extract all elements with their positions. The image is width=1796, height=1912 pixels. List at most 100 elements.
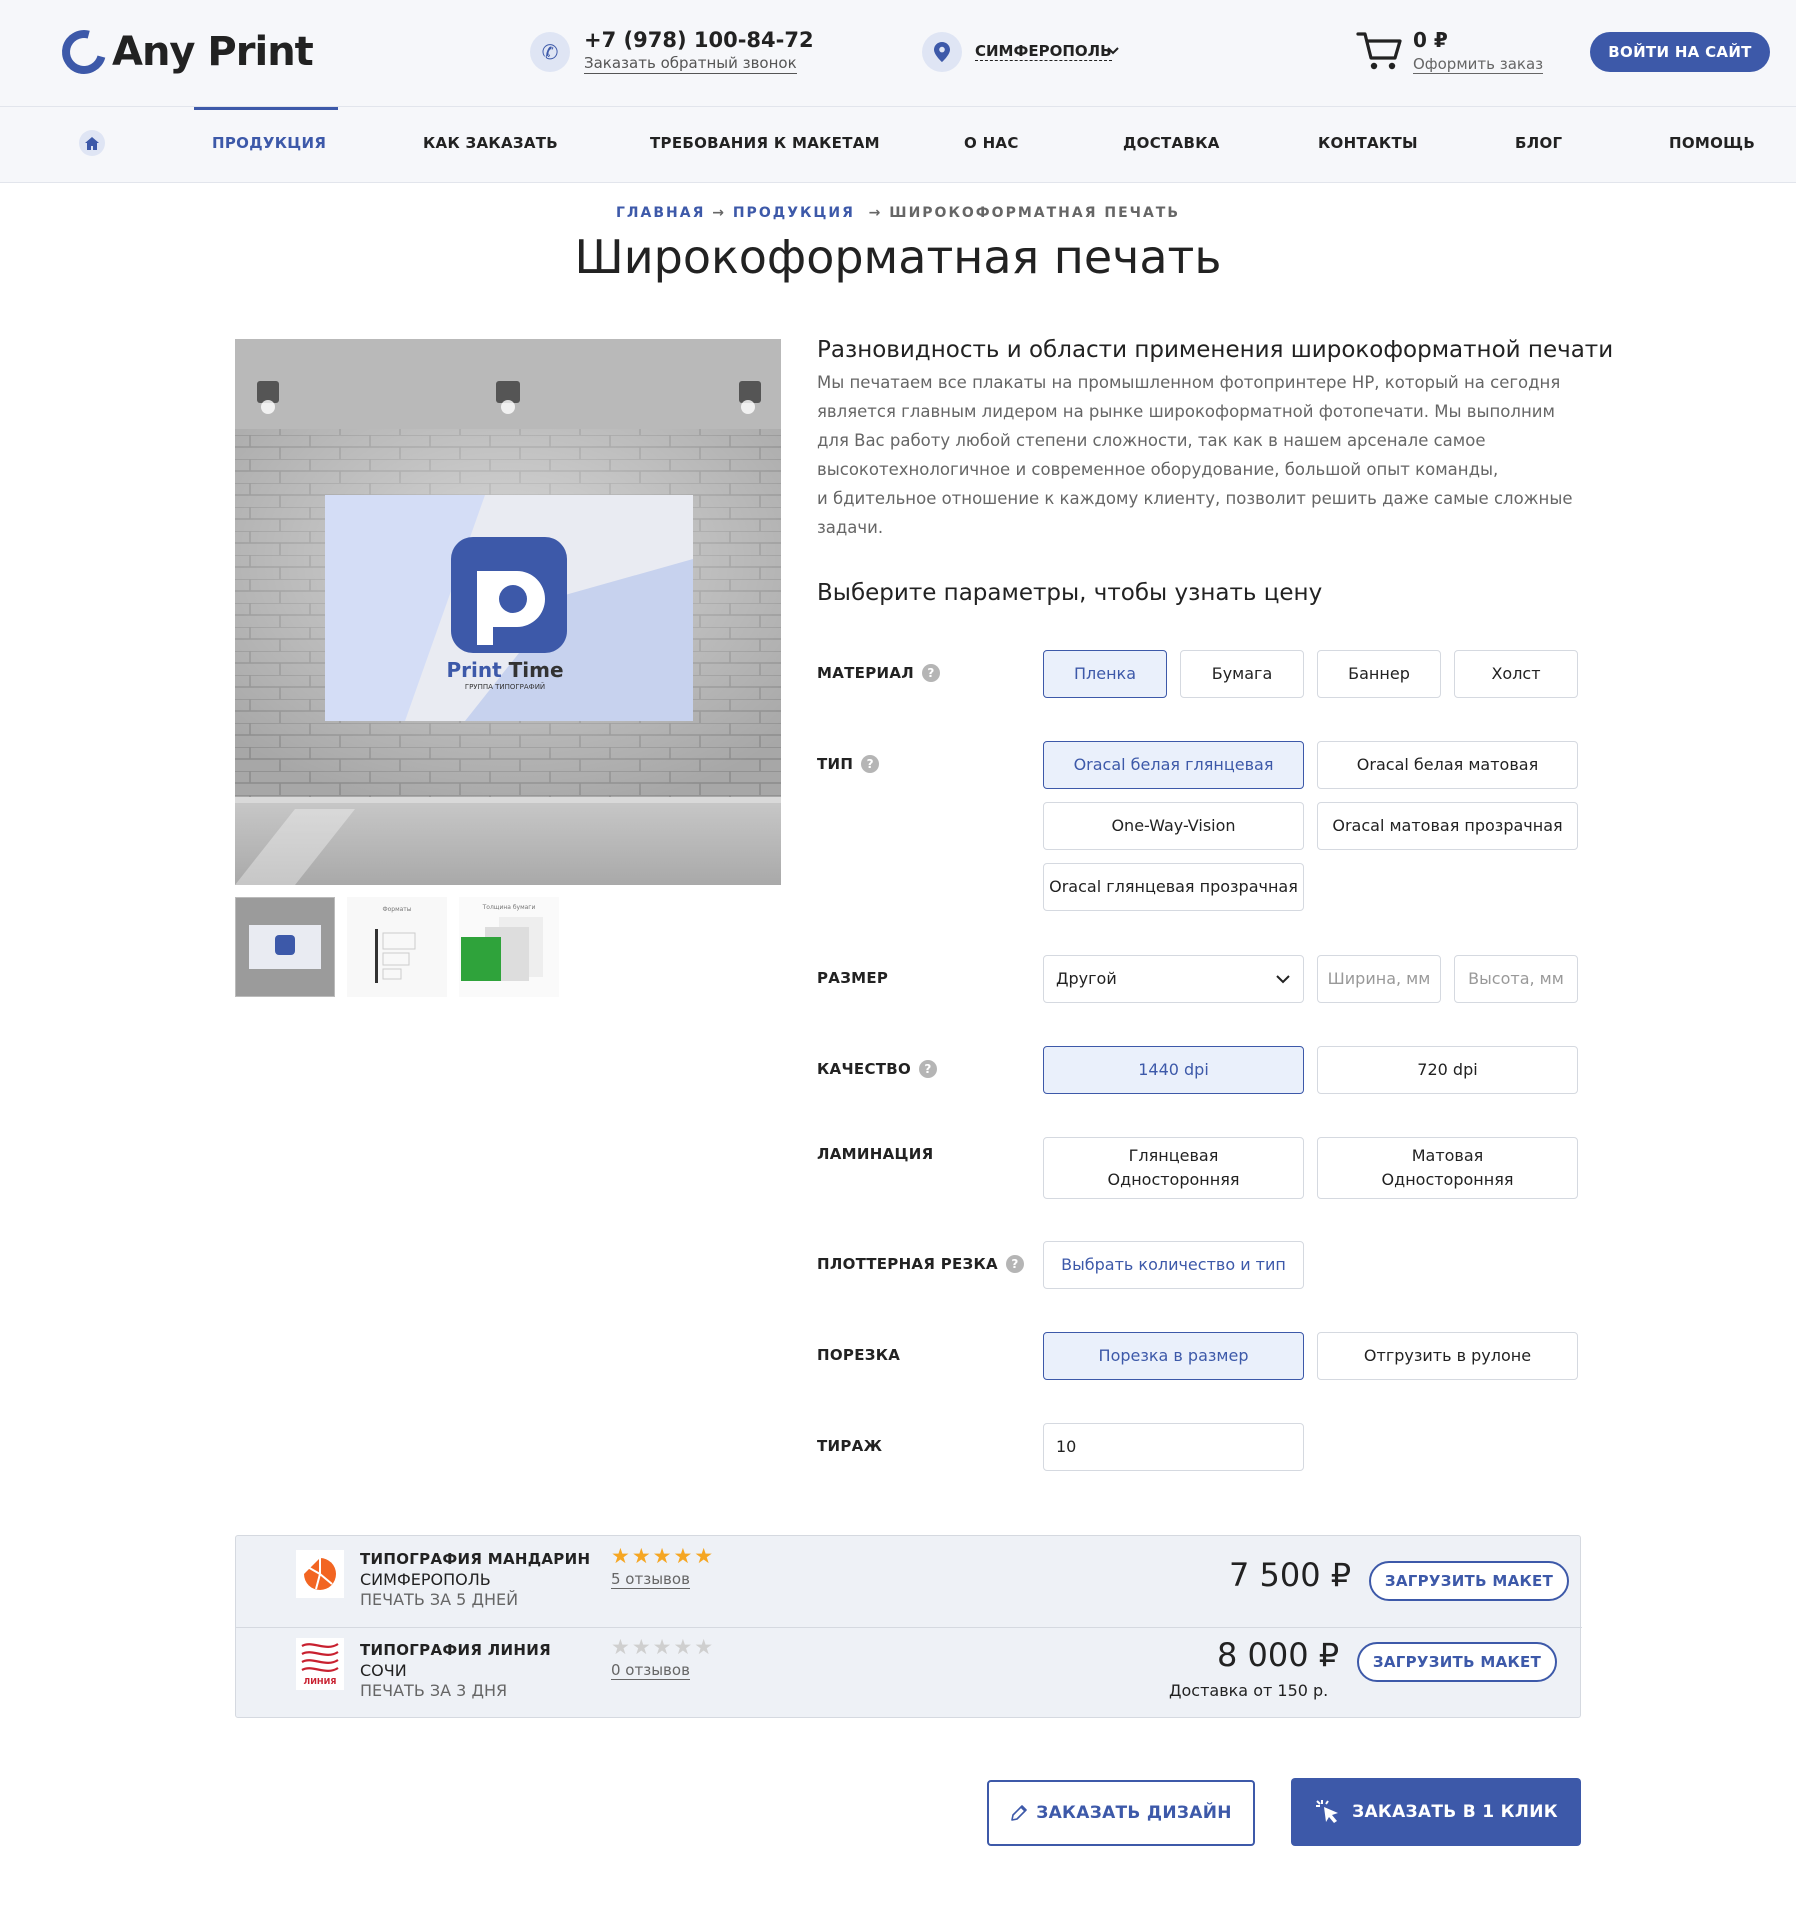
height-input[interactable]: Высота, мм: [1454, 955, 1578, 1003]
nav-how-to-order[interactable]: КАК ЗАКАЗАТЬ: [423, 134, 558, 152]
login-button[interactable]: ВОЙТИ НА САЙТ: [1590, 32, 1770, 72]
svg-text:ЛИНИЯ: ЛИНИЯ: [304, 1677, 337, 1686]
cart-sum: 0 ₽: [1413, 28, 1448, 52]
delivery-note: Доставка от 150 р.: [1169, 1681, 1329, 1700]
liniya-logo-icon: ЛИНИЯ: [296, 1638, 344, 1690]
callback-link[interactable]: Заказать обратный звонок: [584, 54, 797, 74]
material-option-film[interactable]: Пленка: [1043, 650, 1167, 698]
offer-time: ПЕЧАТЬ ЗА 3 ДНЯ: [360, 1681, 508, 1700]
thumbnail-1[interactable]: [235, 897, 335, 997]
help-icon[interactable]: ?: [861, 755, 880, 773]
nav-help[interactable]: ПОМОЩЬ: [1669, 134, 1755, 152]
reviews-link[interactable]: 5 отзывов: [611, 1570, 690, 1589]
size-label: РАЗМЕР: [817, 969, 889, 987]
order-design-button[interactable]: ЗАКАЗАТЬ ДИЗАЙН: [987, 1780, 1255, 1846]
home-icon[interactable]: [79, 130, 105, 156]
site-header: Any Print ✆ +7 (978) 100-84-72 Заказать …: [0, 0, 1796, 107]
lamination-label: ЛАМИНАЦИЯ: [817, 1145, 934, 1163]
cutting-option-roll[interactable]: Отгрузить в рулоне: [1317, 1332, 1578, 1380]
rating-stars: ★★★★★: [611, 1544, 716, 1568]
type-option-one-way-vision[interactable]: One-Way-Vision: [1043, 802, 1304, 850]
offer-divider: [236, 1627, 1582, 1628]
offer-name: ТИПОГРАФИЯ ЛИНИЯ: [360, 1641, 551, 1659]
site-logo[interactable]: Any Print: [53, 21, 314, 83]
plotter-label: ПЛОТТЕРНАЯ РЕЗКА?: [817, 1255, 1024, 1273]
help-icon[interactable]: ?: [1005, 1255, 1024, 1273]
rating-stars: ★★★★★: [611, 1635, 716, 1659]
phone-icon: ✆: [530, 32, 570, 72]
brand-name: Print Time: [446, 658, 563, 682]
help-icon[interactable]: ?: [922, 664, 941, 682]
offer-city: СИМФЕРОПОЛЬ: [360, 1570, 491, 1589]
quality-option-1440[interactable]: 1440 dpi: [1043, 1046, 1304, 1094]
page-title: Широкоформатная печать: [574, 230, 1222, 284]
upload-layout-button[interactable]: ЗАГРУЗИТЬ МАКЕТ: [1357, 1642, 1557, 1682]
mandarin-logo-icon: [296, 1550, 344, 1598]
material-option-canvas[interactable]: Холст: [1454, 650, 1578, 698]
type-label: ТИП?: [817, 755, 880, 773]
type-option-white-gloss[interactable]: Oracal белая глянцевая: [1043, 741, 1304, 789]
city-selector[interactable]: СИМФЕРОПОЛЬ: [975, 42, 1112, 61]
quality-option-720[interactable]: 720 dpi: [1317, 1046, 1578, 1094]
active-nav-indicator: [194, 107, 338, 110]
nav-about[interactable]: О НАС: [964, 134, 1019, 152]
cart-icon[interactable]: [1356, 30, 1402, 72]
description-heading: Разновидность и области применения широк…: [817, 337, 1614, 363]
nav-delivery[interactable]: ДОСТАВКА: [1123, 134, 1220, 152]
brand-sub: ГРУППА ТИПОГРАФИЙ: [465, 682, 545, 691]
logo-icon: [53, 21, 115, 83]
plotter-select-button[interactable]: Выбрать количество и тип: [1043, 1241, 1304, 1289]
breadcrumb-separator: →: [712, 205, 726, 221]
nav-contacts[interactable]: КОНТАКТЫ: [1318, 134, 1418, 152]
breadcrumb-separator: →: [868, 205, 883, 221]
lamination-option-gloss[interactable]: Глянцевая Односторонняя: [1043, 1137, 1304, 1199]
params-heading: Выберите параметры, чтобы узнать цену: [817, 580, 1323, 606]
nav-blog[interactable]: БЛОГ: [1515, 134, 1562, 152]
quantity-input[interactable]: 10: [1043, 1423, 1304, 1471]
svg-text:Толщина бумаги: Толщина бумаги: [482, 904, 536, 911]
thumbnail-2[interactable]: Форматы: [347, 897, 447, 997]
lamination-option-matte[interactable]: Матовая Односторонняя: [1317, 1137, 1578, 1199]
thumbnail-3[interactable]: Толщина бумаги: [459, 897, 559, 997]
breadcrumb-home[interactable]: ГЛАВНАЯ: [616, 205, 705, 221]
type-option-matte-transparent[interactable]: Oracal матовая прозрачная: [1317, 802, 1578, 850]
type-option-white-matte[interactable]: Oracal белая матовая: [1317, 741, 1578, 789]
logo-text: Any Print: [112, 29, 314, 75]
order-one-click-button[interactable]: ЗАКАЗАТЬ В 1 КЛИК: [1291, 1778, 1581, 1846]
cutting-label: ПОРЕЗКА: [817, 1346, 901, 1364]
description-text: Мы печатаем все плакаты на промышленном …: [817, 373, 1573, 537]
width-input[interactable]: Ширина, мм: [1317, 955, 1441, 1003]
breadcrumb: ГЛАВНАЯ → ПРОДУКЦИЯ → ШИРОКОФОРМАТНАЯ ПЕ…: [0, 205, 1796, 221]
chevron-down-icon[interactable]: [1107, 47, 1119, 55]
offer-city: СОЧИ: [360, 1661, 407, 1680]
offer-price: 7 500 ₽: [1229, 1556, 1352, 1594]
offer-price: 8 000 ₽: [1217, 1636, 1340, 1674]
location-pin-icon: [922, 32, 962, 72]
product-main-image[interactable]: Print Time ГРУППА ТИПОГРАФИЙ: [235, 339, 781, 885]
quality-label: КАЧЕСТВО?: [817, 1060, 938, 1078]
offer-time: ПЕЧАТЬ ЗА 5 ДНЕЙ: [360, 1590, 519, 1609]
cutting-option-to-size[interactable]: Порезка в размер: [1043, 1332, 1304, 1380]
offer-name: ТИПОГРАФИЯ МАНДАРИН: [360, 1550, 591, 1568]
type-option-gloss-transparent[interactable]: Oracal глянцевая прозрачная: [1043, 863, 1304, 911]
upload-layout-button[interactable]: ЗАГРУЗИТЬ МАКЕТ: [1369, 1561, 1569, 1601]
nav-layout-requirements[interactable]: ТРЕБОВАНИЯ К МАКЕТАМ: [650, 134, 880, 152]
checkout-link[interactable]: Оформить заказ: [1413, 55, 1544, 74]
svg-text:Форматы: Форматы: [382, 906, 411, 913]
breadcrumb-current: ШИРОКОФОРМАТНАЯ ПЕЧАТЬ: [889, 205, 1181, 221]
breadcrumb-products[interactable]: ПРОДУКЦИЯ: [733, 205, 855, 221]
reviews-link[interactable]: 0 отзывов: [611, 1661, 690, 1680]
material-option-banner[interactable]: Баннер: [1317, 650, 1441, 698]
help-icon[interactable]: ?: [919, 1060, 938, 1078]
quantity-label: ТИРАЖ: [817, 1437, 883, 1455]
nav-products[interactable]: ПРОДУКЦИЯ: [212, 134, 326, 152]
material-label: МАТЕРИАЛ?: [817, 664, 941, 682]
main-nav: ПРОДУКЦИЯ КАК ЗАКАЗАТЬ ТРЕБОВАНИЯ К МАКЕ…: [0, 107, 1796, 183]
pencil-icon: [1011, 1805, 1028, 1821]
cursor-click-icon: [1316, 1800, 1339, 1823]
chevron-down-icon: [1276, 975, 1290, 984]
phone-number[interactable]: +7 (978) 100-84-72: [584, 28, 814, 52]
size-select[interactable]: Другой: [1043, 955, 1304, 1003]
material-option-paper[interactable]: Бумага: [1180, 650, 1304, 698]
offers-list: ТИПОГРАФИЯ МАНДАРИН СИМФЕРОПОЛЬ ПЕЧАТЬ З…: [235, 1535, 1582, 1718]
